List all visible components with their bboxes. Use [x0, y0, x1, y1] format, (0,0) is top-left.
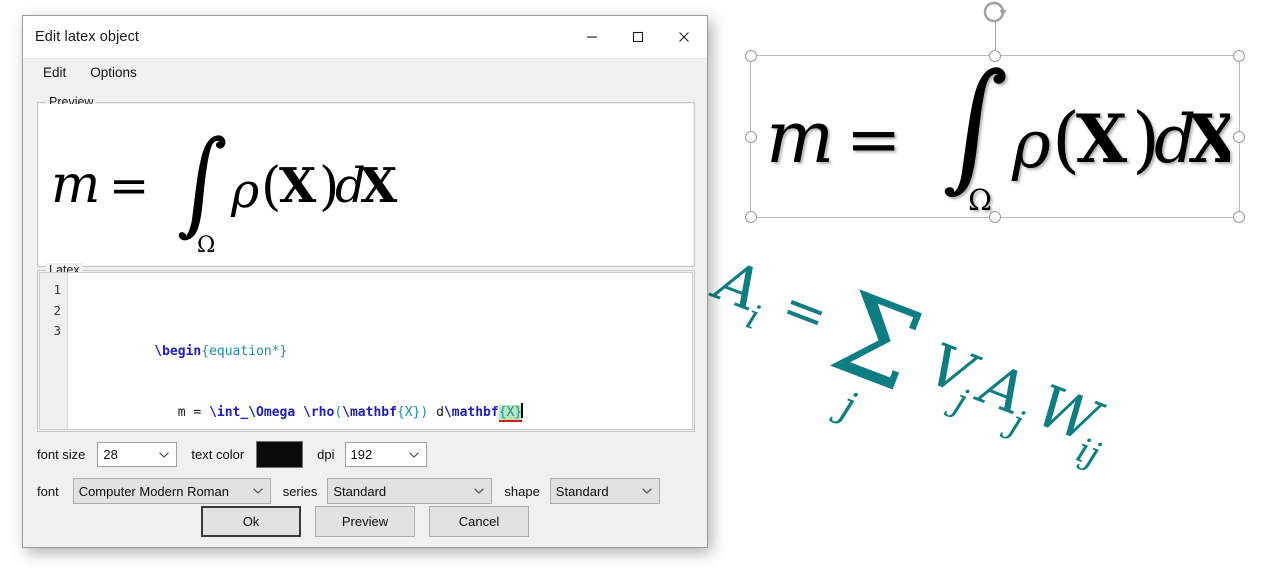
series-label: series [282, 483, 318, 499]
font-size-select[interactable]: 28 [97, 442, 178, 467]
line-number: 2 [53, 302, 61, 318]
svg-text:Ω: Ω [197, 233, 215, 258]
code-token: \mathbf [342, 405, 397, 420]
dpi-value: 192 [350, 447, 373, 462]
code-token: \int_ [209, 405, 249, 420]
minimize-icon [587, 36, 597, 38]
svg-text:W: W [1028, 372, 1112, 458]
latex-group: Latex 1 2 3 \begin{equation*} m = \int_\… [37, 263, 695, 432]
options-row-1: font size 28 text color dpi 192 [37, 441, 427, 468]
dpi-label: dpi [317, 447, 335, 462]
window-controls [569, 16, 707, 58]
resize-handle-n[interactable] [989, 50, 1001, 62]
cancel-button[interactable]: Cancel [429, 506, 529, 537]
title-bar[interactable]: Edit latex object [23, 16, 707, 59]
line-number: 1 [53, 282, 61, 297]
svg-text:j: j [828, 381, 862, 429]
chevron-down-icon [408, 451, 419, 458]
svg-text:ρ: ρ [230, 163, 259, 219]
svg-text:=: = [774, 276, 836, 348]
preview-button[interactable]: Preview [315, 506, 415, 537]
svg-text:i: i [741, 297, 765, 338]
menu-item-options[interactable]: Options [78, 62, 149, 83]
font-select[interactable]: Computer Modern Roman [72, 478, 271, 504]
resize-handle-s[interactable] [989, 211, 1001, 223]
svg-text:=: = [109, 158, 149, 214]
code-token: \rho [303, 405, 335, 420]
maximize-button[interactable] [615, 16, 661, 58]
code-token: d [428, 405, 444, 420]
svg-text:A: A [703, 246, 771, 325]
font-label: font [37, 483, 59, 499]
ok-button[interactable]: Ok [201, 506, 301, 537]
rotate-icon[interactable] [981, 0, 1009, 26]
chevron-down-icon [252, 488, 263, 494]
font-size-value: 28 [103, 447, 118, 462]
maximize-icon [632, 31, 644, 43]
close-icon [679, 32, 689, 42]
font-value: Computer Modern Roman [78, 483, 229, 499]
resize-handle-w[interactable] [745, 130, 757, 143]
chevron-down-icon [642, 488, 652, 494]
code-token: \Omega [248, 405, 296, 420]
line-number: 3 [53, 323, 61, 338]
close-button[interactable] [661, 16, 707, 58]
font-size-label: font size [37, 447, 86, 462]
text-caret [521, 403, 523, 418]
latex-code-text[interactable]: \begin{equation*} m = \int_\Omega \rho(\… [68, 273, 692, 429]
edit-latex-dialog: Edit latex object Edit Options Preview m… [22, 15, 708, 548]
options-row-2: font Computer Modern Roman series Standa… [37, 478, 660, 504]
svg-text:X: X [279, 158, 317, 214]
code-token: m = [154, 405, 210, 420]
resize-handle-ne[interactable] [1233, 50, 1245, 62]
svg-text:j: j [942, 379, 973, 423]
selection-frame[interactable] [745, 1, 1245, 223]
svg-text:X: X [360, 158, 398, 214]
minimize-button[interactable] [569, 16, 615, 58]
resize-handle-e[interactable] [1233, 130, 1245, 143]
code-token: {X} [396, 405, 421, 420]
latex-editor[interactable]: 1 2 3 \begin{equation*} m = \int_\Omega … [39, 272, 693, 430]
resize-handle-se[interactable] [1233, 211, 1245, 223]
svg-text:m: m [51, 155, 100, 215]
chevron-down-icon [159, 451, 170, 458]
preview-equation: m = Ω ρ ( X ) d X [45, 112, 405, 265]
code-token-brace-match: {X} [498, 405, 523, 422]
svg-text:V: V [919, 330, 987, 410]
code-line-2: m = \int_\Omega \rho(\mathbf{X}) d\mathb… [76, 383, 692, 422]
text-color-label: text color [191, 447, 245, 462]
preview-surface[interactable]: m = Ω ρ ( X ) d X [39, 104, 693, 265]
menu-bar: Edit Options [23, 59, 707, 86]
chevron-down-icon [474, 488, 485, 494]
code-token: \begin [154, 343, 202, 359]
menu-item-edit[interactable]: Edit [31, 62, 78, 83]
code-token: {equation*} [201, 343, 288, 359]
equation-object-teal[interactable]: A i = Σ j V j A j W ij [700, 245, 1260, 546]
window-title: Edit latex object [35, 29, 140, 45]
resize-handle-sw[interactable] [745, 211, 757, 223]
resize-handle-nw[interactable] [745, 50, 757, 62]
preview-group: Preview m = Ω ρ ( X ) d X [37, 95, 695, 267]
code-line-1: \begin{equation*} [76, 321, 692, 359]
line-number-gutter: 1 2 3 [40, 273, 68, 429]
dpi-select[interactable]: 192 [344, 442, 427, 467]
svg-text:Σ: Σ [816, 268, 937, 418]
svg-text:ij: ij [1071, 430, 1106, 475]
shape-select[interactable]: Standard [549, 478, 660, 504]
shape-label: shape [504, 483, 540, 499]
code-token: ( [334, 405, 343, 420]
series-select[interactable]: Standard [327, 478, 493, 504]
code-token: \mathbf [443, 405, 499, 420]
series-value: Standard [333, 483, 387, 499]
svg-text:j: j [998, 400, 1029, 444]
shape-value: Standard [555, 483, 609, 499]
text-color-swatch[interactable] [256, 441, 304, 468]
dialog-button-bar: Ok Preview Cancel [23, 506, 707, 537]
svg-text:A: A [967, 348, 1035, 428]
